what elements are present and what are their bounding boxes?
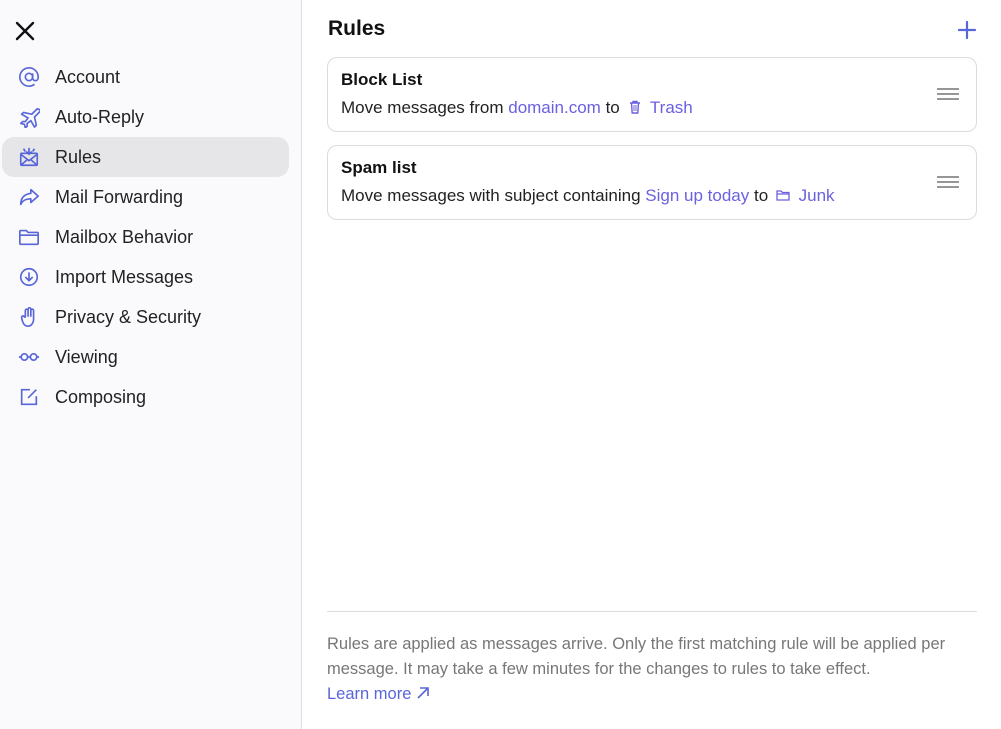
folder-icon (776, 188, 790, 202)
glasses-icon (18, 346, 40, 368)
sidebar-item-import-messages[interactable]: Import Messages (2, 257, 289, 297)
sidebar-item-rules[interactable]: Rules (2, 137, 289, 177)
rule-name: Block List (341, 70, 963, 90)
envelope-rules-icon (18, 146, 40, 168)
rule-description: Move messages with subject containing Si… (341, 186, 963, 206)
rule-description: Move messages from domain.com to Trash (341, 98, 963, 118)
sidebar-item-viewing[interactable]: Viewing (2, 337, 289, 377)
rule-condition-value: Sign up today (645, 186, 749, 205)
learn-more-link[interactable]: Learn more (327, 685, 430, 703)
sidebar-item-auto-reply[interactable]: Auto-Reply (2, 97, 289, 137)
sidebar-item-privacy-security[interactable]: Privacy & Security (2, 297, 289, 337)
rule-card[interactable]: Spam list Move messages with subject con… (327, 145, 977, 220)
sidebar: Account Auto-Reply Rules Mail Forwarding… (0, 0, 302, 729)
sidebar-item-mail-forwarding[interactable]: Mail Forwarding (2, 177, 289, 217)
close-icon[interactable] (14, 20, 36, 42)
forward-arrow-icon (18, 186, 40, 208)
compose-icon (18, 386, 40, 408)
settings-nav: Account Auto-Reply Rules Mail Forwarding… (2, 57, 289, 417)
rule-target-folder: Trash (650, 98, 693, 117)
rule-card[interactable]: Block List Move messages from domain.com… (327, 57, 977, 132)
sidebar-item-account[interactable]: Account (2, 57, 289, 97)
folder-icon (18, 226, 40, 248)
rule-target-folder: Junk (799, 186, 835, 205)
at-icon (18, 66, 40, 88)
drag-handle-icon[interactable] (937, 176, 959, 188)
rules-info: Rules are applied as messages arrive. On… (327, 611, 977, 707)
sidebar-item-composing[interactable]: Composing (2, 377, 289, 417)
external-arrow-icon (416, 686, 430, 700)
download-circle-icon (18, 266, 40, 288)
rules-panel: Rules Block List Move messages from doma… (327, 0, 977, 729)
sidebar-item-mailbox-behavior[interactable]: Mailbox Behavior (2, 217, 289, 257)
page-title: Rules (328, 17, 385, 41)
airplane-icon (18, 106, 40, 128)
hand-icon (18, 306, 40, 328)
trash-icon (628, 100, 642, 114)
drag-handle-icon[interactable] (937, 88, 959, 100)
rule-name: Spam list (341, 158, 963, 178)
add-rule-button[interactable] (957, 20, 977, 40)
rule-condition-value: domain.com (508, 98, 601, 117)
